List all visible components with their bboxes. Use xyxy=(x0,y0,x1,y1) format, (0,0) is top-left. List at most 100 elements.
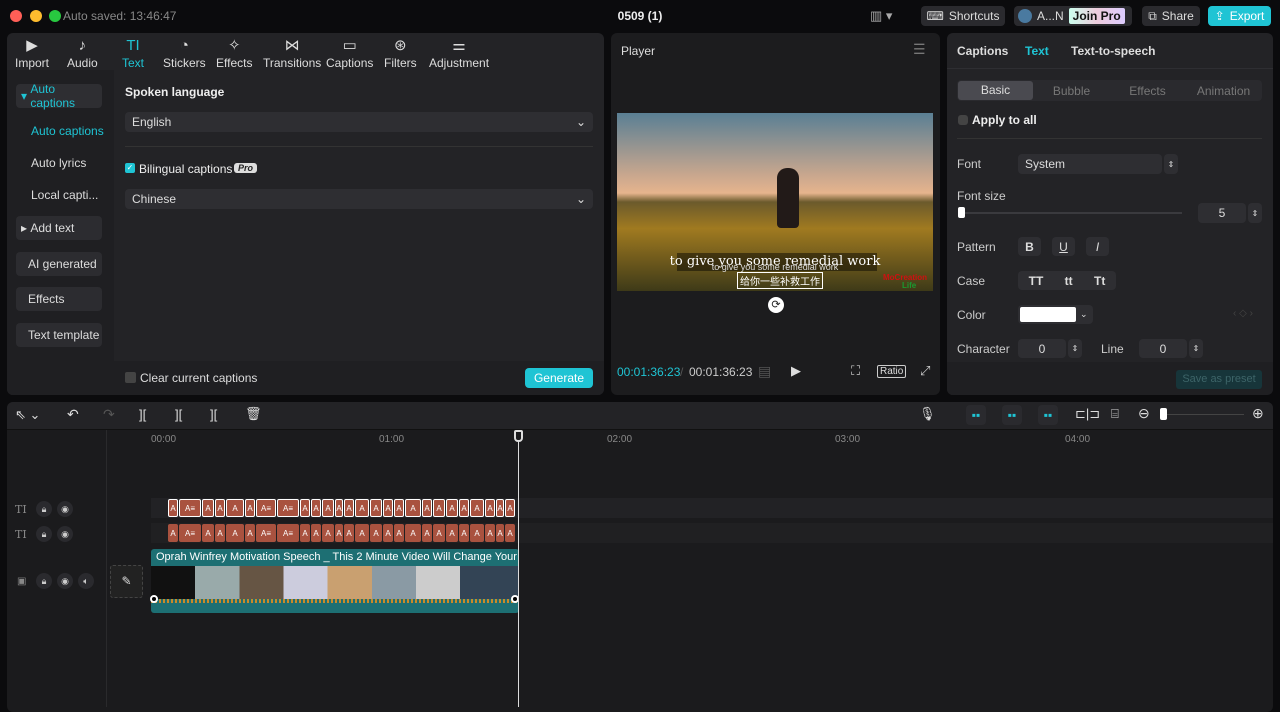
select-tool-icon[interactable]: ⇖ ⌄ xyxy=(15,407,40,423)
caption-clip[interactable]: A xyxy=(383,499,393,517)
zoom-slider[interactable] xyxy=(1162,414,1244,415)
caption-clip[interactable]: A≡ xyxy=(256,499,276,517)
tab-stickers[interactable]: ◔ Stickers xyxy=(163,36,206,70)
tab-captions[interactable]: ▭ Captions xyxy=(326,36,373,70)
font-size-stepper-icon[interactable]: ⇕ xyxy=(1248,203,1262,223)
caption-clip[interactable]: A xyxy=(300,499,310,517)
caption-clip[interactable]: A xyxy=(422,524,432,542)
font-size-slider[interactable] xyxy=(959,212,1182,214)
caption-clip[interactable]: A xyxy=(168,524,178,542)
font-size-slider-thumb[interactable] xyxy=(958,207,965,218)
shortcuts-button[interactable]: ⌨ Shortcuts xyxy=(921,6,1005,26)
caption-clip[interactable]: A xyxy=(335,499,343,517)
caption-clip[interactable]: A xyxy=(300,524,310,542)
caption-clip[interactable]: A xyxy=(355,524,369,542)
caption-clip[interactable]: A≡ xyxy=(277,499,299,517)
share-button[interactable]: ⧉ Share xyxy=(1142,6,1200,26)
apply-all-checkbox[interactable] xyxy=(958,115,968,125)
caption-clip[interactable]: A≡ xyxy=(179,524,201,542)
second-language-select[interactable]: Chinese ⌄ xyxy=(125,189,593,209)
eye-icon[interactable]: ◉ xyxy=(57,501,73,517)
auto-snap-icon[interactable]: ▪▪ xyxy=(1002,405,1022,425)
caption-clip[interactable]: A xyxy=(394,524,404,542)
caption-clip[interactable]: A xyxy=(394,499,404,517)
uppercase-button[interactable]: TT xyxy=(1029,274,1044,288)
playhead-handle[interactable] xyxy=(514,430,523,442)
tab-text[interactable]: Text xyxy=(1025,44,1049,58)
caption-clip[interactable]: A xyxy=(370,524,382,542)
caption-clip[interactable]: A xyxy=(311,499,321,517)
linkage-icon[interactable]: ▪▪ xyxy=(1038,405,1058,425)
zoom-out-icon[interactable]: ⊖ xyxy=(1138,405,1150,422)
keyframe-icon[interactable]: ‹ ◇ › xyxy=(1233,308,1253,319)
zoom-slider-thumb[interactable] xyxy=(1160,408,1167,420)
caption-clip[interactable]: A xyxy=(355,499,369,517)
tab-effects[interactable]: ✧ Effects xyxy=(216,36,252,70)
caption-clip[interactable]: A xyxy=(470,524,484,542)
caption-clip[interactable]: A xyxy=(405,524,421,542)
subtab-basic[interactable]: Basic xyxy=(958,81,1033,100)
split-icon[interactable]: ][ xyxy=(139,407,146,422)
bilingual-checkbox[interactable]: ✓ xyxy=(125,163,135,173)
caption-clip[interactable]: A xyxy=(505,524,515,542)
caption-clip[interactable]: A xyxy=(335,524,343,542)
microphone-icon[interactable]: 🎙 xyxy=(919,406,936,422)
export-button[interactable]: ⇪ Export xyxy=(1208,6,1271,26)
caption-clip[interactable]: A xyxy=(496,524,504,542)
clip-trim-handle-left[interactable] xyxy=(150,595,158,603)
sidebar-add-text[interactable]: ▸ Add text xyxy=(16,216,102,240)
caption-clip[interactable]: A xyxy=(202,524,214,542)
save-preset-button[interactable]: Save as preset xyxy=(1176,370,1262,389)
caption-clip[interactable]: A xyxy=(226,524,244,542)
undo-icon[interactable]: ↶ xyxy=(67,406,79,423)
caption-clip[interactable]: A xyxy=(422,499,432,517)
caption-clip[interactable]: A xyxy=(485,499,495,517)
playhead[interactable] xyxy=(518,440,519,707)
caption-clip[interactable]: A xyxy=(505,499,515,517)
caption-clip[interactable]: A xyxy=(245,499,255,517)
bold-button[interactable]: B xyxy=(1018,237,1041,256)
menu-icon[interactable]: ☰ xyxy=(913,41,926,58)
tab-text-to-speech[interactable]: Text-to-speech xyxy=(1071,44,1155,58)
caption-clip[interactable]: A xyxy=(322,524,334,542)
tab-import[interactable]: ▶ Import xyxy=(15,36,49,70)
caption-clip[interactable]: A xyxy=(215,499,225,517)
layout-icon[interactable]: ▥ ▾ xyxy=(870,8,892,24)
sidebar-ai-generated[interactable]: AI generated xyxy=(16,252,102,276)
caption-clip[interactable]: A xyxy=(470,499,484,517)
caption-clip[interactable]: A xyxy=(446,524,458,542)
fullscreen-icon[interactable]: ⤢ xyxy=(920,363,930,379)
clear-captions-checkbox[interactable] xyxy=(125,372,136,383)
caption-clip[interactable]: A xyxy=(433,524,445,542)
caption-clip[interactable]: A xyxy=(370,499,382,517)
sidebar-group-auto-captions[interactable]: ▾ Auto captions xyxy=(16,82,102,110)
caption-clip[interactable]: A xyxy=(459,524,469,542)
caption-clip[interactable]: A xyxy=(446,499,458,517)
rotate-icon[interactable]: ⟳ xyxy=(768,297,784,313)
caption-clip[interactable]: A xyxy=(383,524,393,542)
line-stepper-icon[interactable]: ⇕ xyxy=(1189,339,1203,358)
caption-clip[interactable]: A≡ xyxy=(256,524,276,542)
caption-clip[interactable]: A xyxy=(311,524,321,542)
subtab-animation[interactable]: Animation xyxy=(1186,84,1261,98)
caption-clip[interactable]: A xyxy=(433,499,445,517)
caption-clip[interactable]: A≡ xyxy=(277,524,299,542)
caption-clip[interactable]: A xyxy=(496,499,504,517)
lock-icon[interactable]: 🔒︎ xyxy=(36,526,52,542)
tab-text[interactable]: TI Text xyxy=(122,36,144,70)
user-account[interactable]: A...N Join Pro xyxy=(1014,6,1132,26)
zoom-fit-icon[interactable]: ⌸ xyxy=(1111,406,1119,422)
font-select[interactable]: System xyxy=(1018,154,1162,174)
play-button[interactable]: ▶ xyxy=(791,363,801,379)
sidebar-effects[interactable]: Effects xyxy=(16,287,102,311)
subtab-bubble[interactable]: Bubble xyxy=(1034,84,1109,98)
caption-english-small[interactable]: to give you some remedial work xyxy=(617,262,933,272)
tab-filters[interactable]: ⊛ Filters xyxy=(384,36,417,70)
redo-icon[interactable]: ↷ xyxy=(103,406,115,423)
tab-transitions[interactable]: ⋈ Transitions xyxy=(263,36,321,70)
caption-chinese[interactable]: 给你一些补救工作 xyxy=(737,272,823,289)
caption-clip[interactable]: A xyxy=(459,499,469,517)
caption-clip[interactable]: A xyxy=(322,499,334,517)
caption-clip[interactable]: A xyxy=(226,499,244,517)
video-preview[interactable]: to give you some remedial work to give y… xyxy=(617,113,933,291)
